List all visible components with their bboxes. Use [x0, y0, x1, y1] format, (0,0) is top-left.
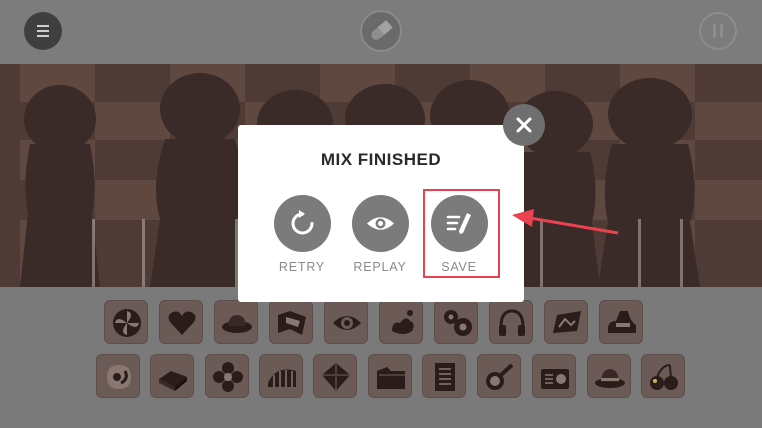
eye-icon[interactable] [351, 195, 409, 252]
heart-icon[interactable] [159, 300, 203, 344]
annotation-arrow-icon [512, 209, 619, 235]
retry-label: RETRY [278, 260, 326, 274]
flag-icon[interactable] [269, 300, 313, 344]
radio-icon[interactable] [532, 354, 576, 398]
replay-button[interactable]: REPLAY [345, 195, 415, 274]
save-highlight-box [423, 189, 500, 278]
fedora-icon[interactable] [587, 354, 631, 398]
retry-icon[interactable] [273, 195, 331, 252]
gem-icon[interactable] [313, 354, 357, 398]
retry-button[interactable]: RETRY [267, 195, 337, 274]
flower-icon[interactable] [205, 354, 249, 398]
box-icon[interactable] [150, 354, 194, 398]
cheek-icon[interactable] [96, 354, 140, 398]
close-icon[interactable] [503, 104, 545, 146]
sound-icon-tray [0, 287, 762, 428]
fan-icon[interactable] [104, 300, 148, 344]
magnifier-icon[interactable] [477, 354, 521, 398]
notebook-icon[interactable] [422, 354, 466, 398]
replay-label: REPLAY [353, 260, 407, 274]
picture-icon[interactable] [544, 300, 588, 344]
splash-icon[interactable] [379, 300, 423, 344]
pill-icon[interactable] [360, 10, 402, 52]
eye-icon[interactable] [324, 300, 368, 344]
cage-icon[interactable] [259, 354, 303, 398]
hat-icon[interactable] [214, 300, 258, 344]
headphones-icon[interactable] [489, 300, 533, 344]
gears-icon[interactable] [434, 300, 478, 344]
folder-icon[interactable] [368, 354, 412, 398]
cherries-icon[interactable] [641, 354, 685, 398]
top-bar [0, 0, 762, 64]
pause-icon[interactable] [699, 12, 737, 50]
dialog-title: MIX FINISHED [320, 150, 442, 169]
shoe-icon[interactable] [599, 300, 643, 344]
hamburger-menu-icon[interactable] [24, 12, 62, 50]
